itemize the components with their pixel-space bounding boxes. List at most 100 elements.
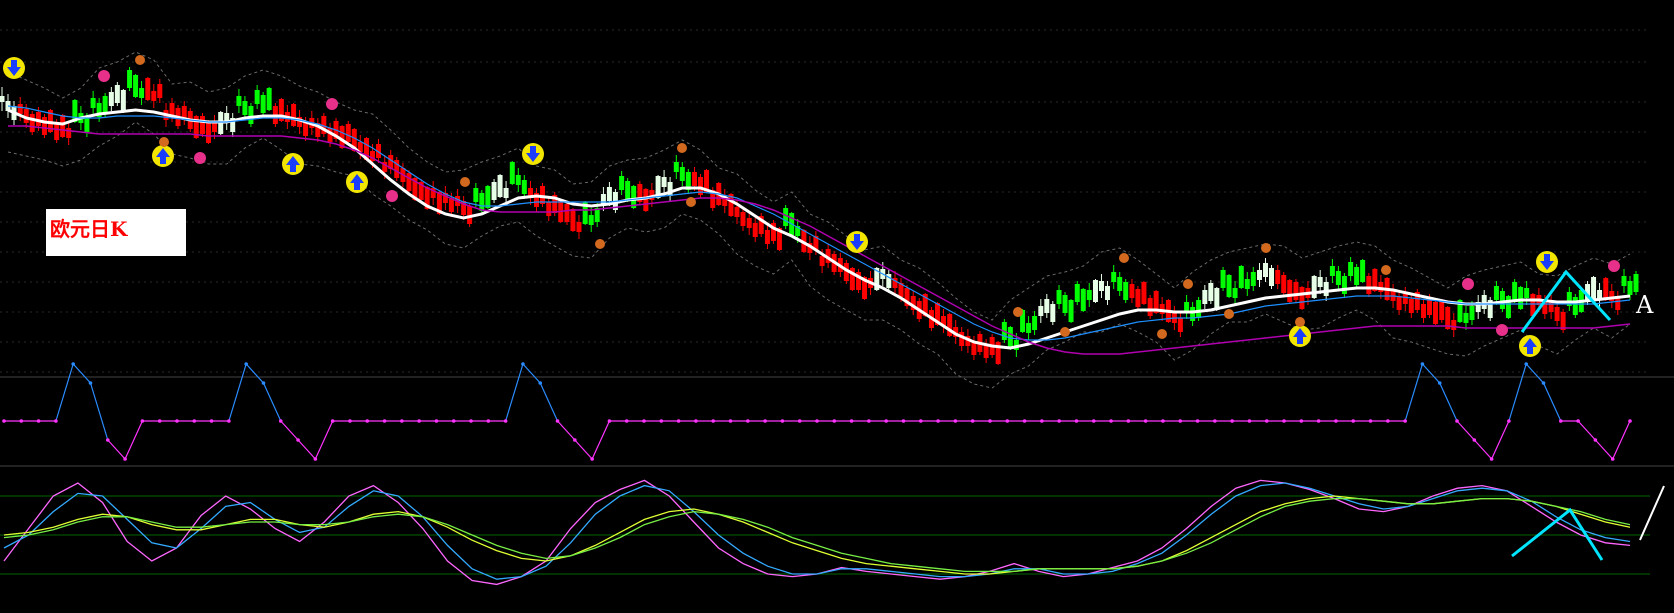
candle-body xyxy=(260,95,266,113)
orange-marker xyxy=(159,137,169,147)
sell-arrow-icon xyxy=(3,57,25,79)
signal-point xyxy=(1005,419,1010,423)
signal-point xyxy=(884,419,888,423)
candle-body xyxy=(1354,267,1360,285)
signal-point xyxy=(1576,419,1580,423)
candle-body xyxy=(1177,318,1183,332)
candle-body xyxy=(1250,272,1256,286)
candle-body xyxy=(1499,291,1505,309)
candle-body xyxy=(345,124,351,142)
signal-point xyxy=(815,419,819,423)
signal-point xyxy=(2,419,6,423)
candle-body xyxy=(546,202,552,216)
candle-body xyxy=(1512,282,1518,300)
candle-body xyxy=(1348,262,1354,276)
signal-point xyxy=(88,381,93,385)
signal-point xyxy=(313,457,318,461)
candle-body xyxy=(503,188,509,198)
candle-body xyxy=(66,128,72,138)
candle-body xyxy=(1232,288,1238,298)
signal-point xyxy=(192,419,197,423)
signal-point xyxy=(1351,419,1356,423)
signal-point xyxy=(434,419,439,423)
candle-body xyxy=(1196,300,1202,318)
signal-point xyxy=(348,419,352,423)
candle-body xyxy=(564,204,570,222)
signal-point xyxy=(1593,438,1598,442)
candle-body xyxy=(679,167,685,181)
orange-marker xyxy=(686,197,696,207)
candle-body xyxy=(102,96,108,114)
candle-body xyxy=(1104,286,1110,300)
buy-arrow-icon xyxy=(1289,325,1311,347)
candle-body xyxy=(1396,296,1402,310)
candle-body xyxy=(406,173,412,191)
signal-point xyxy=(832,419,837,423)
candle-body xyxy=(1317,277,1323,287)
signal-point xyxy=(54,419,58,423)
signal-point xyxy=(1334,419,1338,423)
signal-point xyxy=(590,457,594,461)
candle-body xyxy=(1141,282,1147,304)
candle-body xyxy=(1621,276,1627,286)
signal-point xyxy=(849,419,854,423)
signal-point xyxy=(538,381,543,385)
orange-marker xyxy=(1157,329,1167,339)
candle-body xyxy=(625,181,631,199)
candle-body xyxy=(133,75,139,97)
signal-point xyxy=(19,419,24,423)
candle-body xyxy=(764,230,770,244)
orange-marker xyxy=(1060,327,1070,337)
signal-point xyxy=(382,419,387,423)
signal-point xyxy=(624,419,629,423)
signal-point xyxy=(1489,457,1494,461)
signal-point xyxy=(1109,419,1113,423)
signal-point xyxy=(1143,419,1148,423)
signal-point xyxy=(1299,419,1304,423)
candle-body xyxy=(606,187,612,201)
candle-body xyxy=(139,88,145,98)
signal-point xyxy=(659,419,664,423)
candle-body xyxy=(1311,276,1317,298)
candle-body xyxy=(1244,279,1250,289)
candle-body xyxy=(746,218,752,228)
candle-body xyxy=(1402,294,1408,304)
orange-marker xyxy=(1381,265,1391,275)
candle-body xyxy=(576,222,582,232)
signal-point xyxy=(521,362,525,366)
candle-body xyxy=(643,189,649,211)
candle-body xyxy=(120,90,126,112)
candle-body xyxy=(1341,276,1347,294)
signal-point xyxy=(936,419,940,423)
candle-body xyxy=(1366,276,1372,294)
forex-chart xyxy=(0,0,1674,613)
candle-body xyxy=(1032,316,1038,330)
signal-point xyxy=(123,457,127,461)
candle-body xyxy=(0,96,5,102)
candle-body xyxy=(114,85,120,103)
signal-point xyxy=(1126,419,1131,423)
candle-body xyxy=(1123,282,1129,300)
candle-body xyxy=(673,162,679,172)
signal-point xyxy=(970,419,975,423)
candle-body xyxy=(1281,275,1287,293)
candle-body xyxy=(1463,313,1469,323)
candle-body xyxy=(60,115,66,137)
orange-marker xyxy=(135,55,145,65)
candle-body xyxy=(199,116,205,134)
candle-body xyxy=(1287,280,1293,302)
candle-body xyxy=(1360,260,1366,282)
signal-point xyxy=(1264,419,1269,423)
candle-body xyxy=(90,98,96,108)
candle-body xyxy=(1633,274,1639,292)
candle-body xyxy=(1408,299,1414,313)
signal-point xyxy=(1437,381,1442,385)
magenta-marker xyxy=(194,152,206,164)
signal-point xyxy=(261,381,266,385)
candle-body xyxy=(1062,295,1068,313)
signal-point xyxy=(728,419,733,423)
signal-point xyxy=(1368,419,1373,423)
signal-point xyxy=(1610,457,1615,461)
candle-body xyxy=(17,104,23,114)
candle-body xyxy=(1293,282,1299,300)
